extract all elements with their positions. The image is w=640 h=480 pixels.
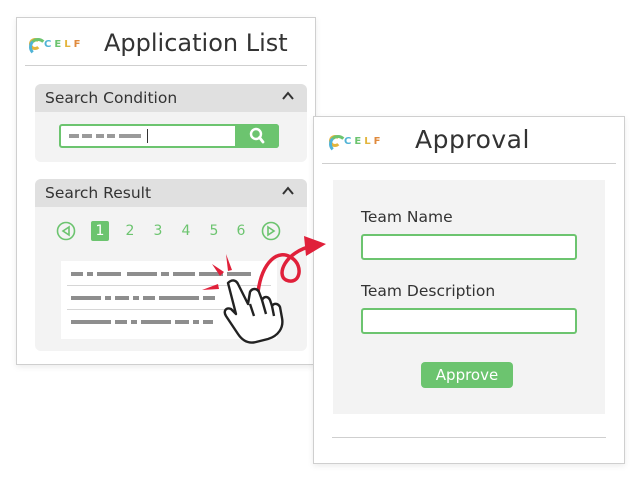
- logo-letter: L: [64, 38, 72, 50]
- logo-letter: E: [354, 135, 363, 147]
- result-row[interactable]: [67, 287, 271, 310]
- celf-logo: C E L F: [329, 135, 382, 153]
- page-title: Application List: [104, 29, 288, 57]
- logo-letter: E: [54, 38, 63, 50]
- celf-logo: C E L F: [29, 38, 82, 56]
- page-3[interactable]: 3: [149, 221, 167, 241]
- chevron-up-icon[interactable]: [281, 89, 295, 103]
- approval-window: C E L F Approval Team Name Team Descript…: [313, 116, 625, 464]
- team-description-field[interactable]: [361, 308, 577, 334]
- team-name-field[interactable]: [361, 234, 577, 260]
- search-condition-header[interactable]: Search Condition: [35, 84, 307, 112]
- prev-page-icon[interactable]: [56, 221, 76, 241]
- title-divider: [25, 65, 307, 66]
- chevron-up-icon[interactable]: [281, 184, 295, 198]
- application-list-window: C E L F Application List Search Conditio…: [16, 17, 316, 365]
- page-6[interactable]: 6: [232, 221, 250, 241]
- page-5[interactable]: 5: [205, 221, 223, 241]
- text-cursor: [147, 129, 148, 143]
- search-icon: [249, 127, 265, 144]
- page-1[interactable]: 1: [91, 221, 109, 241]
- team-description-label: Team Description: [361, 282, 496, 300]
- celf-logo-mark: [329, 135, 347, 153]
- search-button[interactable]: [235, 124, 279, 148]
- pagination: 1 2 3 4 5 6: [35, 221, 307, 245]
- footer-divider: [332, 437, 606, 438]
- celf-logo-mark: [29, 38, 47, 56]
- page-2[interactable]: 2: [121, 221, 139, 241]
- search-result-label: Search Result: [45, 184, 152, 202]
- page-4[interactable]: 4: [177, 221, 195, 241]
- logo-letter: F: [73, 38, 82, 50]
- logo-letter: L: [364, 135, 372, 147]
- approve-button[interactable]: Approve: [421, 362, 513, 388]
- search-condition-label: Search Condition: [45, 89, 178, 107]
- result-row[interactable]: [67, 263, 271, 286]
- team-name-label: Team Name: [361, 208, 453, 226]
- search-result-panel: Search Result 1 2 3 4 5 6: [35, 179, 307, 351]
- logo-letter: F: [373, 135, 382, 147]
- result-row[interactable]: [67, 311, 271, 333]
- page-title: Approval: [415, 125, 530, 154]
- result-list: [61, 261, 277, 339]
- next-page-icon[interactable]: [261, 221, 281, 241]
- search-result-header[interactable]: Search Result: [35, 179, 307, 207]
- search-condition-panel: Search Condition: [35, 84, 307, 162]
- title-divider: [322, 163, 616, 164]
